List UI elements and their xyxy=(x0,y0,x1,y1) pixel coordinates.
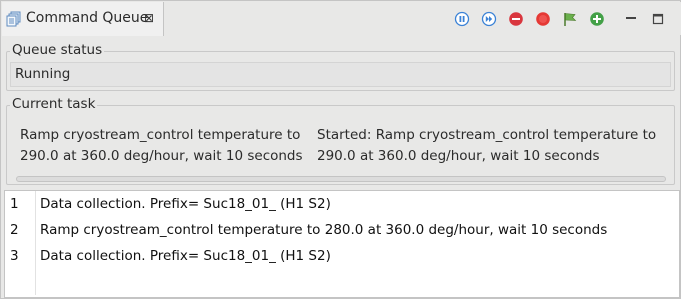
queue-status-group: Queue status Running xyxy=(6,42,675,91)
queue-status-legend: Queue status xyxy=(10,42,105,58)
started-line-2: 290.0 at 360.0 deg/hour, wait 10 seconds xyxy=(317,148,600,164)
pause-icon[interactable] xyxy=(454,11,470,27)
close-icon[interactable]: ⊠ xyxy=(142,11,156,25)
current-task-line-2: 290.0 at 360.0 deg/hour, wait 10 seconds xyxy=(20,148,303,164)
list-item-text: Data collection. Prefix= Suc18_01_ (H1 S… xyxy=(40,248,331,264)
column-divider xyxy=(35,269,36,295)
list-item[interactable]: 1 Data collection. Prefix= Suc18_01_ (H1… xyxy=(5,191,679,217)
column-divider xyxy=(35,191,36,217)
tab-title: Command Queue xyxy=(26,10,149,26)
column-divider xyxy=(35,243,36,269)
list-item-index: 3 xyxy=(10,248,19,264)
maximize-icon[interactable] xyxy=(650,11,666,27)
view-tab-bar: Command Queue ⊠ xyxy=(2,2,681,36)
queue-view-icon xyxy=(6,11,21,27)
list-item-text: Ramp cryostream_control temperature to 2… xyxy=(40,222,608,238)
list-item-index: 1 xyxy=(10,196,19,212)
current-task-group: Current task Ramp cryostream_control tem… xyxy=(6,96,675,185)
list-item[interactable]: 2 Ramp cryostream_control temperature to… xyxy=(5,217,679,243)
flag-icon[interactable] xyxy=(562,11,578,27)
current-task-legend: Current task xyxy=(10,96,98,112)
current-task-started: Started: Ramp cryostream_control tempera… xyxy=(317,125,656,167)
skip-icon[interactable] xyxy=(481,11,497,27)
queue-list: 1 Data collection. Prefix= Suc18_01_ (H1… xyxy=(4,190,680,298)
queue-status-value: Running xyxy=(15,66,71,82)
list-item-index: 2 xyxy=(10,222,19,238)
minimize-icon[interactable] xyxy=(623,11,639,27)
tab-command-queue[interactable]: Command Queue ⊠ xyxy=(2,2,164,36)
remove-icon[interactable] xyxy=(508,11,524,27)
list-item[interactable]: 3 Data collection. Prefix= Suc18_01_ (H1… xyxy=(5,243,679,269)
current-task-line-1: Ramp cryostream_control temperature to xyxy=(20,127,301,143)
command-queue-view: Command Queue ⊠ Queue status Running Cur… xyxy=(0,0,681,299)
column-divider xyxy=(35,217,36,243)
list-item-text: Data collection. Prefix= Suc18_01_ (H1 S… xyxy=(40,196,331,212)
current-task-description: Ramp cryostream_control temperature to 2… xyxy=(20,125,303,167)
horizontal-scrollbar[interactable] xyxy=(16,176,666,182)
stop-icon[interactable] xyxy=(535,11,551,27)
started-line-1: Started: Ramp cryostream_control tempera… xyxy=(317,127,657,143)
queue-status-field: Running xyxy=(10,62,671,87)
add-icon[interactable] xyxy=(589,11,605,27)
list-empty-row xyxy=(5,269,679,295)
